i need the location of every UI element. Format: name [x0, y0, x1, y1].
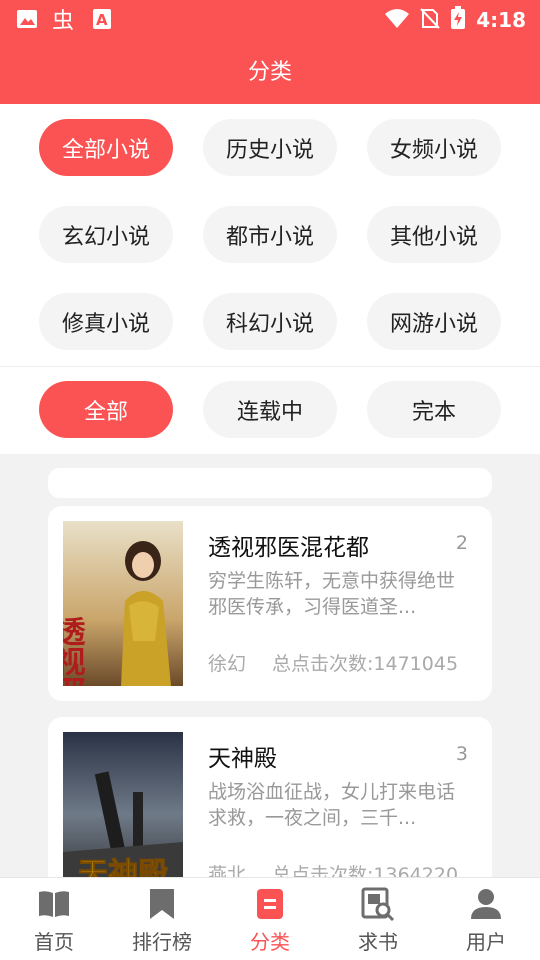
book-card[interactable]: 透视邪医 透视邪医混花都 2 穷学生陈轩，无意中获得绝世邪医传承，习得医道圣..… [48, 506, 492, 701]
image-icon [16, 8, 38, 34]
book-rank: 2 [455, 532, 468, 554]
tab-label: 求书 [358, 930, 398, 954]
book-open-icon [37, 886, 71, 922]
book-description: 穷学生陈轩，无意中获得绝世邪医传承，习得医道圣... [208, 570, 456, 618]
book-category: 燕北 [208, 864, 247, 877]
tab-ranking[interactable]: 排行榜 [108, 878, 216, 960]
tab-home[interactable]: 首页 [0, 878, 108, 960]
bookmark-icon [148, 886, 176, 922]
tab-label: 首页 [34, 930, 74, 954]
search-book-icon [361, 886, 395, 922]
category-chip-other[interactable]: 其他小说 [367, 206, 501, 263]
cover-title-text: 天神殿 [78, 857, 168, 877]
user-icon [470, 886, 502, 922]
book-meta: 燕北 总点击次数:1364220 [208, 860, 458, 877]
book-title[interactable]: 透视邪医混花都 [208, 528, 369, 562]
tab-label: 用户 [466, 930, 506, 954]
bottom-tab-bar: 首页 排行榜 分类 求书 用户 [0, 877, 540, 960]
status-chip-ongoing[interactable]: 连载中 [203, 381, 337, 438]
svg-text:A: A [96, 11, 108, 29]
page-header: 分类 [0, 36, 540, 104]
status-bar: 虫 A 4:18 [0, 0, 540, 36]
wifi-icon [384, 7, 410, 33]
a-icon: A [92, 8, 112, 34]
tab-request[interactable]: 求书 [324, 878, 432, 960]
category-chip-fantasy[interactable]: 玄幻小说 [39, 206, 173, 263]
status-time: 4:18 [476, 8, 526, 32]
svg-text:虫: 虫 [52, 9, 74, 32]
tab-label: 分类 [250, 930, 290, 954]
filter-divider [0, 366, 540, 367]
category-chip-female[interactable]: 女频小说 [367, 119, 501, 176]
category-chip-game[interactable]: 网游小说 [367, 293, 501, 350]
book-rank: 3 [455, 743, 468, 765]
category-chip-scifi[interactable]: 科幻小说 [203, 293, 337, 350]
cover-title-text: 透视邪医 [63, 616, 86, 686]
book-title[interactable]: 天神殿 [208, 739, 277, 773]
category-chip-urban[interactable]: 都市小说 [203, 206, 337, 263]
battery-charging-icon [450, 6, 466, 34]
book-meta: 徐幻 总点击次数:1471045 [208, 649, 458, 676]
book-clicks: 总点击次数:1471045 [272, 653, 459, 675]
category-chip-all[interactable]: 全部小说 [39, 119, 173, 176]
book-cover: 透视邪医 [63, 521, 183, 686]
book-description: 战场浴血征战，女儿打来电话求救，一夜之间，三千... [208, 781, 456, 829]
list-item-partial [48, 468, 492, 498]
status-chip-completed[interactable]: 完本 [367, 381, 501, 438]
book-category: 徐幻 [208, 653, 247, 675]
book-clicks: 总点击次数:1364220 [272, 864, 459, 877]
book-cover: 天神殿 [63, 732, 183, 877]
no-sim-icon [420, 7, 440, 33]
book-card[interactable]: 天神殿 天神殿 3 战场浴血征战，女儿打来电话求救，一夜之间，三千... 燕北 总… [48, 717, 492, 877]
category-icon [256, 886, 284, 922]
filter-panel: 全部小说 历史小说 女频小说 玄幻小说 都市小说 其他小说 修真小说 科幻小说 … [0, 104, 540, 454]
status-chip-all[interactable]: 全部 [39, 381, 173, 438]
category-chip-history[interactable]: 历史小说 [203, 119, 337, 176]
tab-label: 排行榜 [132, 930, 192, 954]
category-chip-cultivation[interactable]: 修真小说 [39, 293, 173, 350]
book-list[interactable]: 透视邪医 透视邪医混花都 2 穷学生陈轩，无意中获得绝世邪医传承，习得医道圣..… [0, 454, 540, 877]
page-title: 分类 [247, 60, 292, 85]
tab-category[interactable]: 分类 [216, 878, 324, 960]
tab-user[interactable]: 用户 [432, 878, 540, 960]
bug-icon: 虫 [52, 6, 78, 36]
